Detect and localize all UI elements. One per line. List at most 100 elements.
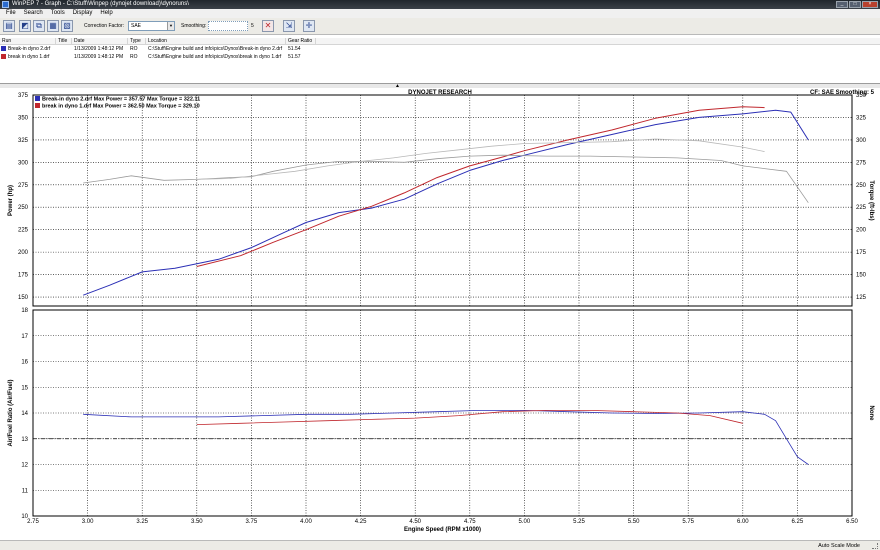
- legend-swatch: [35, 103, 40, 108]
- dyno-graph-panel: DYNOJET RESEARCH CF: SAE Smoothing: 5 2.…: [0, 88, 880, 540]
- power-tick-label: 175: [18, 273, 29, 279]
- torque-tick-label: 350: [856, 93, 867, 99]
- torque-tick-label: 300: [856, 138, 867, 144]
- correction-factor-value: SAE: [131, 23, 142, 29]
- status-bar: Auto Scale Mode: [0, 540, 880, 550]
- torque-tick-label: 175: [856, 250, 867, 256]
- power-tick-label: 350: [18, 115, 29, 121]
- run-color-swatch: [1, 54, 6, 59]
- column-gear-ratio[interactable]: Gear Ratio: [286, 38, 316, 45]
- x-tick-label: 6.25: [792, 519, 804, 525]
- power-tick-label: 275: [18, 183, 29, 189]
- afr-right-axis-label: None: [868, 406, 874, 422]
- x-tick-label: 4.75: [464, 519, 476, 525]
- resize-grip-icon[interactable]: [872, 543, 878, 549]
- x-tick-label: 5.50: [628, 519, 640, 525]
- correction-factor-label: Correction Factor:: [84, 23, 125, 29]
- column-location[interactable]: Location: [146, 38, 286, 45]
- title-bar: WinPEP 7 - Graph - C:\Stuff\Winpep (dyno…: [0, 0, 880, 9]
- torque-tick-label: 150: [856, 273, 867, 279]
- power-tick-label: 150: [18, 295, 29, 301]
- legend-entry: break in dyno 1.drf Max Power = 362.50 M…: [42, 104, 200, 110]
- x-tick-label: 5.25: [573, 519, 585, 525]
- dyno-chart: DYNOJET RESEARCH CF: SAE Smoothing: 5 2.…: [8, 90, 875, 533]
- menu-tools[interactable]: Tools: [47, 9, 69, 18]
- x-tick-label: 3.00: [82, 519, 94, 525]
- legend-entry: Break-in dyno 2.drf Max Power = 357.57 M…: [42, 97, 200, 103]
- zoom-icon[interactable]: ⇲: [283, 20, 295, 32]
- delete-run-icon[interactable]: ✕: [262, 20, 274, 32]
- afr-axis-label: Air/Fuel Ratio (Air/Fuel): [8, 379, 14, 446]
- run-gear-ratio: 51.57: [288, 54, 301, 60]
- afr-tick-label: 15: [21, 385, 28, 391]
- rpm-axis-label: Engine Speed (RPM x1000): [404, 527, 481, 533]
- torque-tick-label: 325: [856, 115, 867, 121]
- window-controls: _ □ ×: [836, 1, 878, 8]
- afr-tick-label: 12: [21, 463, 28, 469]
- menu-file[interactable]: File: [2, 9, 20, 18]
- app-icon: [2, 1, 9, 8]
- maximize-button[interactable]: □: [849, 1, 861, 8]
- x-tick-label: 4.50: [409, 519, 421, 525]
- crosshair-icon[interactable]: ✛: [303, 20, 315, 32]
- torque-tick-label: 250: [856, 183, 867, 189]
- afr-tick-label: 17: [21, 334, 28, 340]
- power-tick-label: 200: [18, 250, 29, 256]
- column-date[interactable]: Date: [72, 38, 128, 45]
- menu-help[interactable]: Help: [96, 9, 116, 18]
- minimize-button[interactable]: _: [836, 1, 848, 8]
- smoothing-value: 5: [251, 23, 254, 29]
- x-tick-label: 3.75: [246, 519, 258, 525]
- x-tick-label: 6.50: [846, 519, 858, 525]
- power-tick-label: 300: [18, 160, 29, 166]
- run-date: 1/13/2009 1:48:12 PM: [74, 54, 124, 60]
- correction-factor-select[interactable]: SAE ▼: [128, 21, 175, 31]
- graph-compare-icon[interactable]: ⧉: [33, 20, 45, 32]
- power-axis-label: Power (hp): [8, 185, 14, 216]
- run-name: break in dyno 1.drf: [8, 54, 50, 60]
- afr-tick-label: 18: [21, 308, 28, 314]
- runs-list: Run Title Date Type Location Gear Ratio …: [0, 36, 880, 84]
- run-type: RO: [130, 46, 138, 52]
- legend-swatch: [35, 96, 40, 101]
- power-tick-label: 225: [18, 228, 29, 234]
- chevron-down-icon: ▼: [167, 22, 174, 30]
- status-mode: Auto Scale Mode: [818, 543, 860, 549]
- smoothing-slider[interactable]: [208, 21, 248, 31]
- graph-table-icon[interactable]: ▧: [61, 20, 73, 32]
- run-color-swatch: [1, 46, 6, 51]
- runs-header: Run Title Date Type Location Gear Ratio: [0, 38, 880, 45]
- run-gear-ratio: 51.54: [288, 46, 301, 52]
- run-row[interactable]: break in dyno 1.drf 1/13/2009 1:48:12 PM…: [0, 54, 880, 61]
- x-tick-label: 5.75: [682, 519, 694, 525]
- afr-tick-label: 16: [21, 360, 28, 366]
- torque-tick-label: 275: [856, 160, 867, 166]
- menu-display[interactable]: Display: [69, 9, 97, 18]
- run-location: C:\Stuff\Engine build and info\pics\Dyno…: [148, 46, 283, 52]
- column-run[interactable]: Run: [0, 38, 56, 45]
- menu-bar: File Search Tools Display Help: [0, 9, 880, 18]
- menu-search[interactable]: Search: [20, 9, 47, 18]
- x-tick-label: 4.25: [355, 519, 367, 525]
- column-title[interactable]: Title: [56, 38, 72, 45]
- torque-tick-label: 225: [856, 205, 867, 211]
- run-row[interactable]: Break-in dyno 2.drf 1/13/2009 1:48:12 PM…: [0, 46, 880, 53]
- torque-axis-label: Torque (ft-lbs): [868, 180, 874, 220]
- smoothing-label: Smoothing:: [181, 23, 207, 29]
- open-runs-icon[interactable]: ▤: [3, 20, 15, 32]
- x-tick-label: 2.75: [27, 519, 39, 525]
- torque-tick-label: 200: [856, 228, 867, 234]
- close-button[interactable]: ×: [862, 1, 878, 8]
- x-tick-label: 4.00: [300, 519, 312, 525]
- run-date: 1/13/2009 1:48:12 PM: [74, 46, 124, 52]
- winpep-window: WinPEP 7 - Graph - C:\Stuff\Winpep (dyno…: [0, 0, 880, 550]
- run-name: Break-in dyno 2.drf: [8, 46, 51, 52]
- run-type: RO: [130, 54, 138, 60]
- window-title: WinPEP 7 - Graph - C:\Stuff\Winpep (dyno…: [12, 1, 189, 7]
- afr-tick-label: 11: [22, 488, 29, 494]
- x-tick-label: 6.00: [737, 519, 749, 525]
- graph-overlay-icon[interactable]: ▦: [47, 20, 59, 32]
- graph-icon[interactable]: ◩: [19, 20, 31, 32]
- column-type[interactable]: Type: [128, 38, 146, 45]
- x-tick-label: 3.25: [136, 519, 148, 525]
